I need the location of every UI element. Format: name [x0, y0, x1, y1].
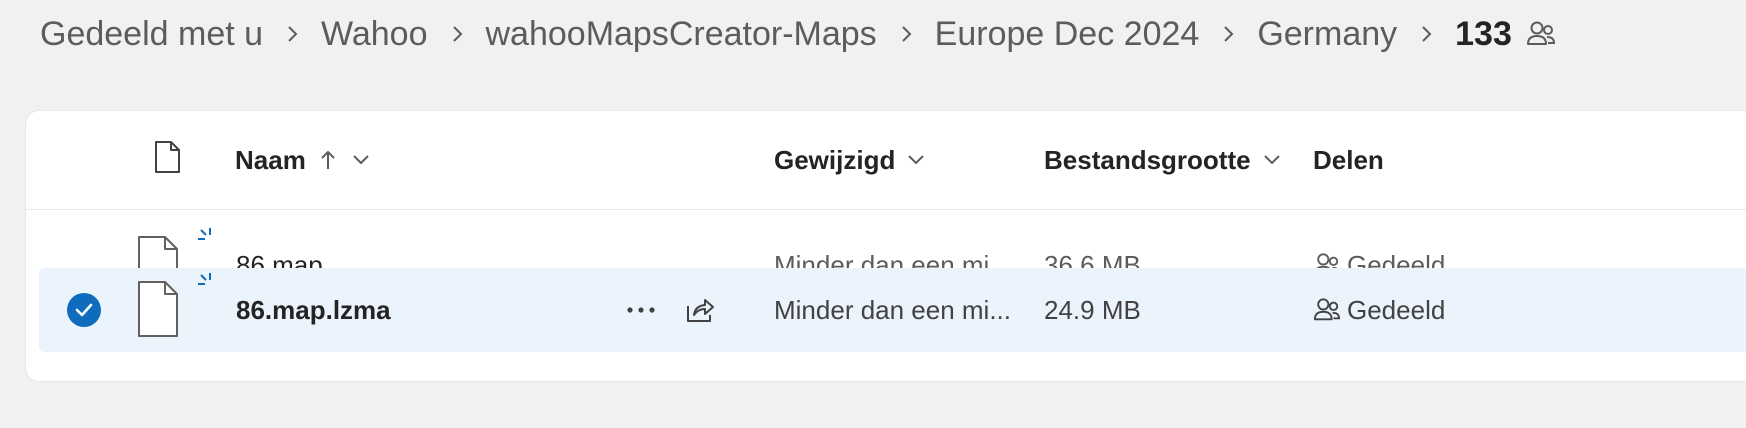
document-icon — [153, 140, 181, 181]
file-type-header[interactable] — [153, 111, 181, 209]
breadcrumb-item-germany[interactable]: Germany — [1257, 15, 1397, 54]
chevron-right-icon — [899, 24, 913, 44]
people-icon — [1313, 297, 1341, 323]
chevron-right-icon — [1419, 24, 1433, 44]
breadcrumb-item-shared-with-you[interactable]: Gedeeld met u — [40, 15, 263, 54]
breadcrumb-current-folder: 133 — [1455, 14, 1512, 53]
breadcrumb-item-europe[interactable]: Europe Dec 2024 — [935, 15, 1200, 54]
new-item-icon — [197, 227, 215, 250]
breadcrumb: Gedeeld met u Wahoo wahooMapsCreator-Map… — [40, 8, 1556, 60]
file-browser-page: Gedeeld met u Wahoo wahooMapsCreator-Map… — [0, 0, 1746, 428]
column-header-sharing-label: Delen — [1313, 144, 1384, 175]
document-icon — [137, 280, 179, 343]
chevron-right-icon — [285, 24, 299, 44]
checkmark-circle-icon[interactable] — [67, 293, 101, 327]
sharing-status[interactable]: Gedeeld — [1313, 268, 1445, 352]
sharing-status-label: Gedeeld — [1347, 294, 1446, 325]
new-item-icon — [197, 272, 215, 295]
file-size: 24.9 MB — [1044, 294, 1141, 325]
file-name[interactable]: 86.map.lzma — [236, 268, 391, 352]
chevron-right-icon — [1221, 24, 1235, 44]
arrow-up-icon — [320, 149, 336, 171]
people-icon — [1526, 20, 1556, 48]
table-row-selected[interactable]: 86.map.lzma Minder dan een mi... 24.9 MB — [39, 268, 1746, 352]
share-icon[interactable] — [680, 290, 720, 330]
file-list-header: Naam Gewijzigd Bestandsgrootte Delen — [26, 111, 1746, 210]
modified-date: Minder dan een mi... — [774, 294, 1012, 325]
column-header-modified-label: Gewijzigd — [774, 144, 896, 175]
chevron-down-icon[interactable] — [352, 154, 370, 166]
more-options-icon[interactable] — [621, 290, 661, 330]
file-list: Naam Gewijzigd Bestandsgrootte Delen 86.… — [25, 110, 1746, 382]
chevron-down-icon[interactable] — [1263, 154, 1281, 166]
column-header-name-label: Naam — [235, 144, 306, 175]
chevron-down-icon[interactable] — [907, 154, 925, 166]
column-header-size[interactable]: Bestandsgrootte — [1044, 111, 1281, 209]
column-header-size-label: Bestandsgrootte — [1044, 144, 1251, 175]
column-header-name[interactable]: Naam — [235, 111, 370, 209]
breadcrumb-item-maps-creator[interactable]: wahooMapsCreator-Maps — [486, 15, 877, 54]
chevron-right-icon — [450, 24, 464, 44]
column-header-modified[interactable]: Gewijzigd — [774, 111, 925, 209]
column-header-sharing[interactable]: Delen — [1313, 111, 1384, 209]
breadcrumb-item-wahoo[interactable]: Wahoo — [321, 15, 427, 54]
